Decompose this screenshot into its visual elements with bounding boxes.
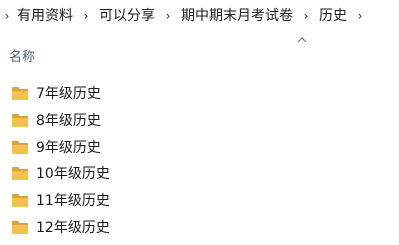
folder-icon [11,85,29,101]
breadcrumb: › 有用资料 › 可以分享 › 期中期末月考试卷 › 历史 › [0,0,399,32]
chevron-right-icon[interactable]: › [350,0,370,32]
file-list: 7年级历史 8年级历史 9年级历史 10年级历史 11年级历史 12年级历史 [0,80,399,240]
folder-name: 11年级历史 [36,193,110,210]
list-item[interactable]: 9年级历史 [0,133,399,160]
file-explorer-window: › 有用资料 › 可以分享 › 期中期末月考试卷 › 历史 › 名称 7年级历史 [0,0,399,245]
folder-icon [11,139,29,155]
folder-icon [11,112,29,128]
chevron-up-icon [296,36,308,46]
breadcrumb-item-2[interactable]: 期中期末月考试卷 [178,0,296,32]
breadcrumb-item-0[interactable]: 有用资料 [14,0,76,32]
list-item[interactable]: 12年级历史 [0,213,399,240]
list-item[interactable]: 8年级历史 [0,107,399,134]
list-item[interactable]: 11年级历史 [0,187,399,214]
folder-name: 10年级历史 [36,166,110,183]
name-column-header[interactable]: 名称 [9,46,35,65]
folder-name: 7年级历史 [36,86,101,103]
folder-name: 12年级历史 [36,219,110,236]
chevron-right-icon[interactable]: › [0,0,14,32]
column-header: 名称 [0,32,399,72]
folder-name: 9年级历史 [36,139,101,156]
folder-name: 8年级历史 [36,113,101,130]
folder-icon [11,219,29,235]
folder-icon [11,165,29,181]
breadcrumb-item-3[interactable]: 历史 [316,0,350,32]
folder-icon [11,192,29,208]
list-item[interactable]: 7年级历史 [0,80,399,107]
breadcrumb-item-1[interactable]: 可以分享 [96,0,158,32]
chevron-right-icon[interactable]: › [158,0,178,32]
list-item[interactable]: 10年级历史 [0,160,399,187]
chevron-right-icon[interactable]: › [296,0,316,32]
chevron-right-icon[interactable]: › [76,0,96,32]
